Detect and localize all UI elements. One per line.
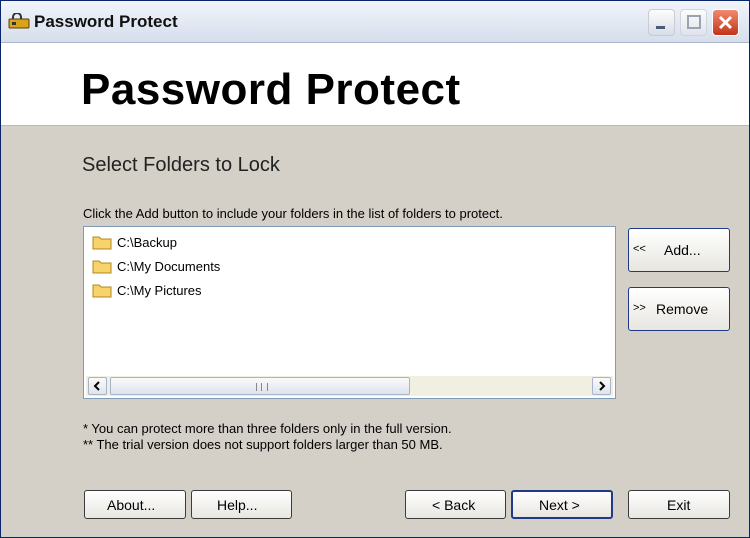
password-protect-window: Password Protect Password Protect Select… — [0, 0, 750, 538]
window-title: Password Protect — [34, 12, 178, 31]
minimize-button[interactable] — [648, 9, 675, 36]
scrollbar-thumb[interactable] — [110, 377, 410, 395]
maximize-button[interactable] — [680, 9, 707, 36]
folder-icon — [92, 236, 112, 250]
folder-path: C:\Backup — [117, 235, 177, 250]
about-label: About... — [107, 497, 156, 513]
grip-icon — [256, 383, 268, 391]
remove-arrow: >> — [633, 302, 646, 314]
scroll-left-button[interactable] — [88, 377, 107, 395]
remove-button[interactable]: >> Remove — [628, 287, 730, 331]
remove-label: Remove — [656, 301, 709, 317]
add-arrow: << — [633, 243, 646, 255]
folder-list[interactable]: C:\Backup C:\My Documents C:\My Pictures — [83, 226, 616, 399]
next-button[interactable]: Next > — [511, 490, 613, 519]
back-button[interactable]: < Back — [405, 490, 506, 519]
back-label: < Back — [432, 497, 476, 513]
exit-label: Exit — [667, 497, 691, 513]
add-button[interactable]: << Add... — [628, 228, 730, 272]
exit-button[interactable]: Exit — [628, 490, 730, 519]
about-button[interactable]: About... — [84, 490, 186, 519]
close-icon — [718, 15, 733, 30]
note-trial-limit: ** The trial version does not support fo… — [83, 437, 443, 452]
folder-path: C:\My Pictures — [117, 283, 202, 298]
horizontal-scrollbar[interactable] — [86, 376, 613, 396]
scroll-right-button[interactable] — [592, 377, 611, 395]
folder-icon — [92, 260, 112, 274]
close-button[interactable] — [712, 9, 739, 36]
note-full-version: * You can protect more than three folder… — [83, 421, 452, 436]
next-label: Next > — [539, 497, 580, 513]
chevron-left-icon — [93, 381, 100, 391]
chevron-right-icon — [599, 381, 606, 391]
folder-path: C:\My Documents — [117, 259, 221, 274]
add-label: Add... — [664, 242, 701, 258]
maximize-icon — [687, 15, 701, 29]
folder-icon — [92, 284, 112, 298]
minimize-icon — [656, 26, 665, 29]
help-label: Help... — [217, 497, 258, 513]
header-title: Password Protect — [81, 65, 461, 114]
lock-icon — [8, 13, 30, 29]
instruction-text: Click the Add button to include your fol… — [83, 206, 503, 221]
help-button[interactable]: Help... — [191, 490, 292, 519]
title-bar[interactable]: Password Protect — [1, 1, 749, 43]
header-banner: Password Protect — [1, 43, 749, 126]
section-title: Select Folders to Lock — [82, 154, 280, 176]
